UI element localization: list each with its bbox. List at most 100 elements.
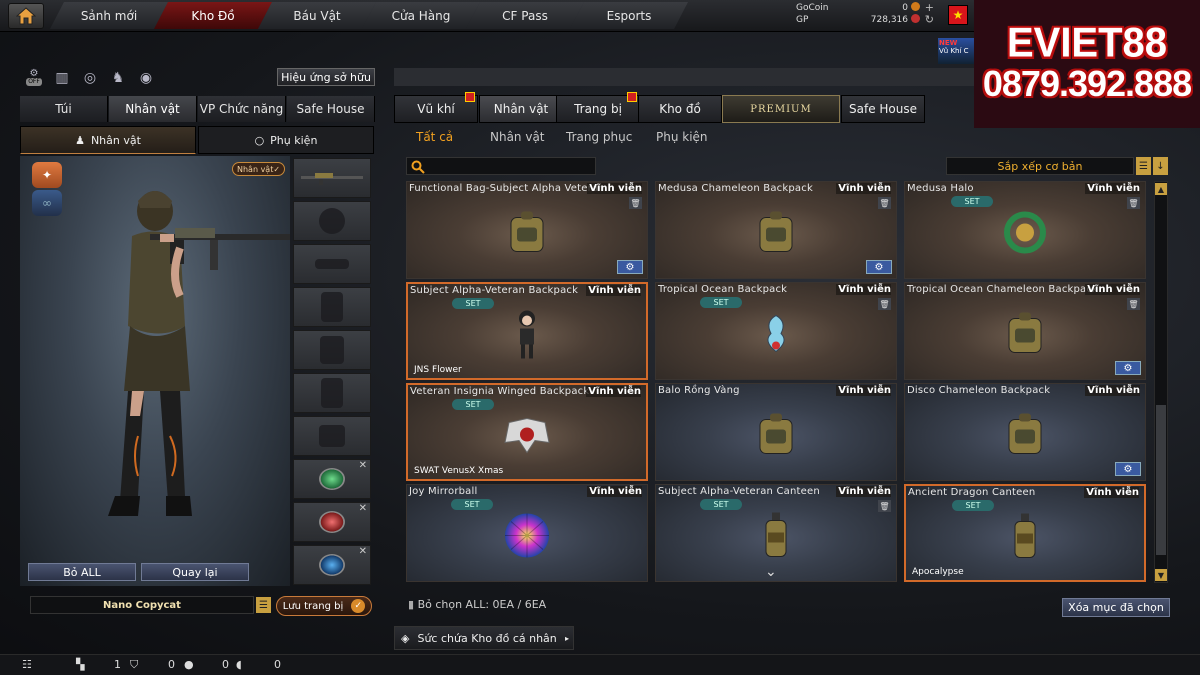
gear-icon[interactable]: ⚙ <box>1115 462 1141 476</box>
ownership-effect-button[interactable]: Hiệu ứng sở hữu <box>277 68 375 86</box>
trash-icon[interactable]: 🗑 <box>878 197 891 209</box>
item-card[interactable]: Medusa Halo Vĩnh viễn SET 🗑 <box>904 181 1146 279</box>
sort-menu-icon[interactable]: ☰ <box>1136 157 1151 175</box>
filter-character[interactable]: Nhân vật <box>490 130 545 144</box>
refresh-icon[interactable]: ↻ <box>925 14 934 26</box>
home-button[interactable] <box>8 3 44 29</box>
subtab-character[interactable]: ♟ Nhân vật <box>20 126 196 154</box>
left-tab-character[interactable]: Nhân vật <box>109 96 197 122</box>
remove-icon[interactable]: ✕ <box>359 546 367 557</box>
right-tab-weapons[interactable]: Vũ khí <box>394 92 478 123</box>
off-toggle-icon[interactable]: ⚙ OFF <box>24 68 44 88</box>
nav-tab-lobby[interactable]: Sảnh mới <box>50 2 168 29</box>
pose-icon[interactable]: ♞ <box>108 68 128 88</box>
right-tab-premium[interactable]: PREMIUM <box>722 95 840 123</box>
more-items-chevron-icon[interactable]: ⌄ <box>765 564 777 580</box>
item-card[interactable]: Joy Mirrorball Vĩnh viễn SET <box>406 484 648 582</box>
gear-icon[interactable]: ⚙ <box>617 260 643 274</box>
slot-accessory-2[interactable]: ✕ <box>293 502 371 542</box>
chat-icon[interactable]: ● <box>184 658 194 671</box>
nav-tab-cf-pass[interactable]: CF Pass <box>466 2 584 29</box>
filter-outfit[interactable]: Trang phục <box>566 130 632 144</box>
character-skill-icon[interactable]: ✦ <box>32 162 62 188</box>
item-card[interactable]: Veteran Insignia Winged Backpack Vĩnh viễ… <box>406 383 648 481</box>
sound-icon[interactable]: ◖ <box>236 658 242 671</box>
nav-tab-esports[interactable]: Esports <box>570 2 688 29</box>
slot-accessory-1[interactable]: ✕ <box>293 459 371 499</box>
right-tab-storage[interactable]: Kho đồ <box>638 95 722 123</box>
item-duration: Vĩnh viễn <box>587 486 642 497</box>
clear-selected-button[interactable]: Xóa mục đã chọn <box>1062 598 1170 617</box>
save-loadout-button[interactable]: Lưu trang bị ✓ <box>276 596 372 616</box>
slot-body[interactable] <box>293 330 371 370</box>
body-silhouette-icon <box>320 336 344 364</box>
sort-dropdown[interactable]: Sắp xếp cơ bản <box>946 157 1134 175</box>
item-name: Balo Rồng Vàng <box>658 385 740 396</box>
item-card[interactable]: Balo Rồng Vàng Vĩnh viễn <box>655 383 897 481</box>
right-tab-safe-house[interactable]: Safe House <box>841 95 925 123</box>
storage-capacity-button[interactable]: ◈ Sức chứa Kho đồ cá nhân ▸ <box>394 626 574 650</box>
trash-icon[interactable]: 🗑 <box>878 298 891 310</box>
scroll-down-icon[interactable]: ▼ <box>1155 569 1167 581</box>
gear-icon[interactable]: ⚙ <box>1115 361 1141 375</box>
item-card[interactable]: Disco Chameleon Backpack Vĩnh viễn ⚙ <box>904 383 1146 481</box>
nav-tab-shop[interactable]: Cửa Hàng <box>362 2 480 29</box>
gp-label: GP <box>796 15 809 25</box>
rotate-icon[interactable]: ◎ <box>80 68 100 88</box>
right-tab-gear[interactable]: Trang bị <box>556 92 640 123</box>
mouse-icon[interactable]: ◉ <box>136 68 156 88</box>
mask-icon[interactable]: ∞ <box>32 190 62 216</box>
slot-legs[interactable] <box>293 416 371 456</box>
trash-icon[interactable]: 🗑 <box>1127 298 1140 310</box>
search-input[interactable] <box>406 157 596 175</box>
list-icon[interactable]: ☷ <box>22 658 32 671</box>
subtab-accessory[interactable]: ○ Phụ kiện <box>198 126 374 154</box>
item-duration: Vĩnh viễn <box>836 486 891 497</box>
gift-icon <box>627 92 637 102</box>
filter-accessory[interactable]: Phụ kiện <box>656 130 708 144</box>
stats-icon[interactable]: ▥ <box>52 68 72 88</box>
character-preview[interactable] <box>20 156 305 586</box>
slot-weapon[interactable] <box>293 158 371 198</box>
promo-banner[interactable]: NEW Vũ Khí C <box>938 38 978 64</box>
slot-head[interactable] <box>293 201 371 241</box>
vietnam-flag-icon[interactable]: ★ <box>948 5 968 25</box>
right-tab-character[interactable]: Nhân vật <box>479 95 563 123</box>
preset-name-field[interactable]: Nano Copycat <box>30 596 254 614</box>
slot-accessory-3[interactable]: ✕ <box>293 545 371 585</box>
gear-icon[interactable]: ⚙ <box>866 260 892 274</box>
remove-icon[interactable]: ✕ <box>359 503 367 514</box>
trash-icon[interactable]: 🗑 <box>878 500 891 512</box>
item-card[interactable]: Tropical Ocean Backpack Vĩnh viễn SET 🗑 <box>655 282 897 380</box>
nav-tab-inventory[interactable]: Kho Đồ <box>154 2 272 29</box>
preset-menu-icon[interactable]: ☰ <box>256 597 271 613</box>
left-tab-vp-function[interactable]: VP Chức năng <box>198 96 286 122</box>
filter-all[interactable]: Tất cả <box>416 130 453 144</box>
reset-all-button[interactable]: Bỏ ALL <box>28 563 136 581</box>
status-value-3: 0 <box>222 658 229 671</box>
back-button[interactable]: Quay lại <box>141 563 249 581</box>
item-card[interactable]: Subject Alpha-Veteran Backpack Vĩnh viễn S… <box>406 282 648 380</box>
scroll-up-icon[interactable]: ▲ <box>1155 183 1167 195</box>
left-tab-bag[interactable]: Túi <box>20 96 108 122</box>
remove-icon[interactable]: ✕ <box>359 460 367 471</box>
friends-icon[interactable]: ▚ <box>76 658 84 671</box>
sort-order-icon[interactable]: ↓ <box>1153 157 1168 175</box>
set-badge: SET <box>451 499 493 510</box>
deselect-all-summary[interactable]: ▮ Bỏ chọn ALL: 0EA / 6EA <box>408 598 546 611</box>
scrollbar-thumb[interactable] <box>1156 405 1166 555</box>
trash-icon[interactable]: 🗑 <box>629 197 642 209</box>
slot-vest[interactable] <box>293 287 371 327</box>
item-name: Veteran Insignia Winged Backpack <box>410 386 590 397</box>
slot-back[interactable] <box>293 373 371 413</box>
item-card[interactable]: Ancient Dragon Canteen Vĩnh viễn SET Apocal… <box>904 484 1146 582</box>
item-card[interactable]: Functional Bag-Subject Alpha Veteran Vĩnh… <box>406 181 648 279</box>
trash-icon[interactable]: 🗑 <box>1127 197 1140 209</box>
left-tab-safe-house[interactable]: Safe House <box>287 96 375 122</box>
item-card[interactable]: Tropical Ocean Chameleon Backpack Vĩnh vi… <box>904 282 1146 380</box>
shield-icon[interactable]: ⛉ <box>130 658 138 672</box>
item-card[interactable]: Medusa Chameleon Backpack Vĩnh viễn 🗑 ⚙ <box>655 181 897 279</box>
nav-tab-treasure[interactable]: Báu Vật <box>258 2 376 29</box>
slot-eyewear[interactable] <box>293 244 371 284</box>
flower-icon <box>761 312 791 359</box>
